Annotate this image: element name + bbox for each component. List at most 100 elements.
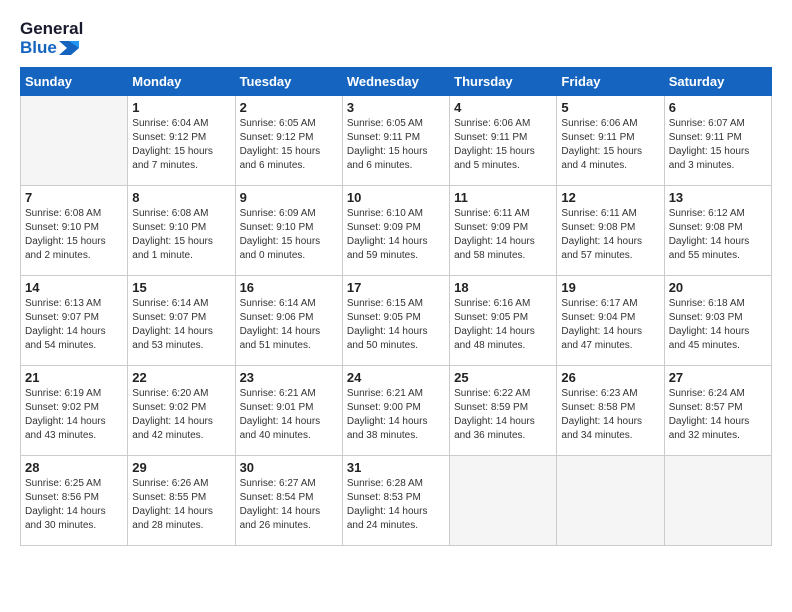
calendar-cell: 28Sunrise: 6:25 AM Sunset: 8:56 PM Dayli… [21, 456, 128, 546]
calendar-cell: 22 Sunrise: 6:20 AM Sunset: 9:02 PM Dayli… [128, 366, 235, 456]
logo: GeneralBlue [20, 20, 83, 57]
day-number: 10 [347, 190, 445, 205]
cell-details: Sunrise: 6:14 AM Sunset: 9:07 PM Dayligh… [132, 297, 230, 353]
cell-details: Sunrise: 6:07 AM Sunset: 9:11 PM Dayligh… [669, 117, 767, 173]
day-number: 18 [454, 280, 552, 295]
day-number: 16 [240, 280, 338, 295]
day-number: 20 [669, 280, 767, 295]
calendar-week-row: 21 Sunrise: 6:19 AM Sunset: 9:02 PM Dayli… [21, 366, 772, 456]
calendar-body: 1Sunrise: 6:04 AM Sunset: 9:12 PM Daylig… [21, 96, 772, 546]
day-number: 14 [25, 280, 123, 295]
cell-details: Sunrise: 6:28 AM Sunset: 8:53 PM Dayligh… [347, 477, 445, 533]
calendar-cell: 3Sunrise: 6:05 AM Sunset: 9:11 PM Daylig… [342, 96, 449, 186]
day-number: 22 [132, 370, 230, 385]
page-header: GeneralBlue [20, 20, 772, 57]
logo-arrow-icon [59, 41, 79, 55]
calendar-cell: 13 Sunrise: 6:12 AM Sunset: 9:08 PM Dayli… [664, 186, 771, 276]
cell-details: Sunrise: 6:13 AM Sunset: 9:07 PM Dayligh… [25, 297, 123, 353]
calendar-cell: 19 Sunrise: 6:17 AM Sunset: 9:04 PM Dayli… [557, 276, 664, 366]
cell-details: Sunrise: 6:20 AM Sunset: 9:02 PM Dayligh… [132, 387, 230, 443]
day-number: 6 [669, 100, 767, 115]
cell-details: Sunrise: 6:09 AM Sunset: 9:10 PM Dayligh… [240, 207, 338, 263]
cell-details: Sunrise: 6:22 AM Sunset: 8:59 PM Dayligh… [454, 387, 552, 443]
day-number: 17 [347, 280, 445, 295]
cell-details: Sunrise: 6:08 AM Sunset: 9:10 PM Dayligh… [132, 207, 230, 263]
calendar-cell: 1Sunrise: 6:04 AM Sunset: 9:12 PM Daylig… [128, 96, 235, 186]
cell-details: Sunrise: 6:19 AM Sunset: 9:02 PM Dayligh… [25, 387, 123, 443]
day-number: 23 [240, 370, 338, 385]
calendar-cell: 5Sunrise: 6:06 AM Sunset: 9:11 PM Daylig… [557, 96, 664, 186]
cell-details: Sunrise: 6:05 AM Sunset: 9:12 PM Dayligh… [240, 117, 338, 173]
calendar-cell: 14 Sunrise: 6:13 AM Sunset: 9:07 PM Dayli… [21, 276, 128, 366]
calendar-cell: 2 Sunrise: 6:05 AM Sunset: 9:12 PM Daylig… [235, 96, 342, 186]
cell-details: Sunrise: 6:17 AM Sunset: 9:04 PM Dayligh… [561, 297, 659, 353]
day-number: 21 [25, 370, 123, 385]
cell-details: Sunrise: 6:06 AM Sunset: 9:11 PM Dayligh… [561, 117, 659, 173]
calendar-cell: 12 Sunrise: 6:11 AM Sunset: 9:08 PM Dayli… [557, 186, 664, 276]
calendar-cell: 21 Sunrise: 6:19 AM Sunset: 9:02 PM Dayli… [21, 366, 128, 456]
day-number: 26 [561, 370, 659, 385]
day-number: 12 [561, 190, 659, 205]
calendar-header-cell: Thursday [450, 68, 557, 96]
day-number: 19 [561, 280, 659, 295]
calendar-cell [21, 96, 128, 186]
day-number: 27 [669, 370, 767, 385]
calendar-cell: 25 Sunrise: 6:22 AM Sunset: 8:59 PM Dayli… [450, 366, 557, 456]
calendar-header-cell: Wednesday [342, 68, 449, 96]
calendar-cell: 17 Sunrise: 6:15 AM Sunset: 9:05 PM Dayli… [342, 276, 449, 366]
day-number: 30 [240, 460, 338, 475]
calendar-cell: 23 Sunrise: 6:21 AM Sunset: 9:01 PM Dayli… [235, 366, 342, 456]
calendar-cell: 16Sunrise: 6:14 AM Sunset: 9:06 PM Dayli… [235, 276, 342, 366]
calendar-week-row: 28Sunrise: 6:25 AM Sunset: 8:56 PM Dayli… [21, 456, 772, 546]
day-number: 7 [25, 190, 123, 205]
calendar-cell: 30 Sunrise: 6:27 AM Sunset: 8:54 PM Dayli… [235, 456, 342, 546]
calendar-table: SundayMondayTuesdayWednesdayThursdayFrid… [20, 67, 772, 546]
cell-details: Sunrise: 6:08 AM Sunset: 9:10 PM Dayligh… [25, 207, 123, 263]
cell-details: Sunrise: 6:16 AM Sunset: 9:05 PM Dayligh… [454, 297, 552, 353]
calendar-header-cell: Sunday [21, 68, 128, 96]
calendar-cell: 27 Sunrise: 6:24 AM Sunset: 8:57 PM Dayli… [664, 366, 771, 456]
calendar-week-row: 7 Sunrise: 6:08 AM Sunset: 9:10 PM Daylig… [21, 186, 772, 276]
calendar-header-cell: Monday [128, 68, 235, 96]
cell-details: Sunrise: 6:24 AM Sunset: 8:57 PM Dayligh… [669, 387, 767, 443]
day-number: 25 [454, 370, 552, 385]
logo-general-text: General [20, 20, 83, 39]
day-number: 31 [347, 460, 445, 475]
calendar-header-cell: Tuesday [235, 68, 342, 96]
cell-details: Sunrise: 6:11 AM Sunset: 9:09 PM Dayligh… [454, 207, 552, 263]
calendar-cell: 18 Sunrise: 6:16 AM Sunset: 9:05 PM Dayli… [450, 276, 557, 366]
calendar-cell: 9Sunrise: 6:09 AM Sunset: 9:10 PM Daylig… [235, 186, 342, 276]
cell-details: Sunrise: 6:12 AM Sunset: 9:08 PM Dayligh… [669, 207, 767, 263]
cell-details: Sunrise: 6:25 AM Sunset: 8:56 PM Dayligh… [25, 477, 123, 533]
day-number: 15 [132, 280, 230, 295]
day-number: 4 [454, 100, 552, 115]
day-number: 11 [454, 190, 552, 205]
calendar-cell: 26 Sunrise: 6:23 AM Sunset: 8:58 PM Dayli… [557, 366, 664, 456]
calendar-cell: 4 Sunrise: 6:06 AM Sunset: 9:11 PM Daylig… [450, 96, 557, 186]
calendar-cell: 10Sunrise: 6:10 AM Sunset: 9:09 PM Dayli… [342, 186, 449, 276]
cell-details: Sunrise: 6:27 AM Sunset: 8:54 PM Dayligh… [240, 477, 338, 533]
calendar-cell: 15 Sunrise: 6:14 AM Sunset: 9:07 PM Dayli… [128, 276, 235, 366]
day-number: 8 [132, 190, 230, 205]
calendar-cell: 31 Sunrise: 6:28 AM Sunset: 8:53 PM Dayli… [342, 456, 449, 546]
calendar-header-cell: Saturday [664, 68, 771, 96]
logo-blue-text: Blue [20, 39, 57, 58]
cell-details: Sunrise: 6:26 AM Sunset: 8:55 PM Dayligh… [132, 477, 230, 533]
calendar-cell: 29Sunrise: 6:26 AM Sunset: 8:55 PM Dayli… [128, 456, 235, 546]
cell-details: Sunrise: 6:11 AM Sunset: 9:08 PM Dayligh… [561, 207, 659, 263]
cell-details: Sunrise: 6:06 AM Sunset: 9:11 PM Dayligh… [454, 117, 552, 173]
calendar-cell: 20Sunrise: 6:18 AM Sunset: 9:03 PM Dayli… [664, 276, 771, 366]
day-number: 13 [669, 190, 767, 205]
cell-details: Sunrise: 6:15 AM Sunset: 9:05 PM Dayligh… [347, 297, 445, 353]
day-number: 1 [132, 100, 230, 115]
cell-details: Sunrise: 6:21 AM Sunset: 9:00 PM Dayligh… [347, 387, 445, 443]
cell-details: Sunrise: 6:21 AM Sunset: 9:01 PM Dayligh… [240, 387, 338, 443]
calendar-header-cell: Friday [557, 68, 664, 96]
day-number: 3 [347, 100, 445, 115]
calendar-header-row: SundayMondayTuesdayWednesdayThursdayFrid… [21, 68, 772, 96]
calendar-cell: 8 Sunrise: 6:08 AM Sunset: 9:10 PM Daylig… [128, 186, 235, 276]
day-number: 2 [240, 100, 338, 115]
calendar-cell [664, 456, 771, 546]
day-number: 24 [347, 370, 445, 385]
cell-details: Sunrise: 6:23 AM Sunset: 8:58 PM Dayligh… [561, 387, 659, 443]
